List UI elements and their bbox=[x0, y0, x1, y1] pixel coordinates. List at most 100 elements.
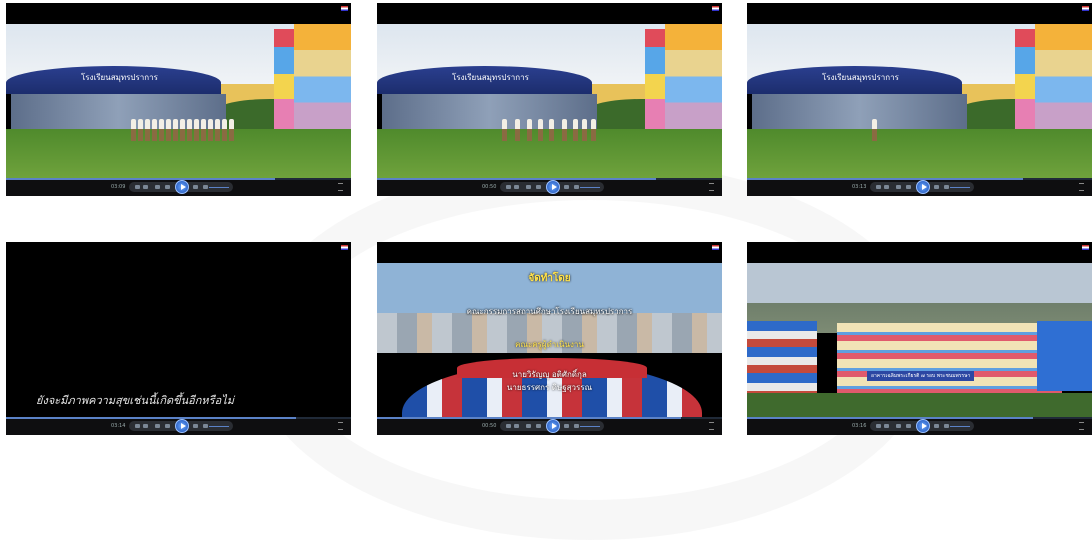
shuffle-icon[interactable] bbox=[135, 424, 140, 428]
previous-icon[interactable] bbox=[536, 185, 541, 189]
previous-icon[interactable] bbox=[906, 424, 911, 428]
field bbox=[747, 129, 1092, 178]
volume-icon[interactable] bbox=[944, 424, 949, 428]
building-sign: อาคารเฉลิมพระเกียรติ ๗ รอบ พระชนมพรรษา bbox=[867, 371, 975, 381]
next-icon[interactable] bbox=[193, 185, 198, 189]
colorful-building bbox=[274, 29, 294, 129]
language-flag-icon[interactable] bbox=[341, 245, 348, 250]
student-figure bbox=[145, 119, 150, 141]
menu-icon[interactable] bbox=[338, 183, 343, 191]
student-figure bbox=[573, 119, 578, 141]
trees bbox=[747, 393, 1092, 417]
video-player[interactable]: อาคารเฉลิมพระเกียรติ ๗ รอบ พระชนมพรรษา 03… bbox=[747, 242, 1092, 435]
student-figure bbox=[138, 119, 143, 141]
next-icon[interactable] bbox=[934, 424, 939, 428]
transport-controls bbox=[129, 419, 233, 433]
shuffle-icon[interactable] bbox=[135, 185, 140, 189]
credit-line2: คณะครูผู้ดำเนินงาน bbox=[515, 340, 584, 349]
video-frame[interactable]: โรงเรียนสมุทรปราการ bbox=[747, 24, 1092, 178]
video-player[interactable]: โรงเรียนสมุทรปราการ 03:09 bbox=[6, 3, 351, 196]
title-bar bbox=[6, 3, 351, 24]
title-bar bbox=[6, 242, 351, 263]
student-figure bbox=[229, 119, 234, 141]
student-figure bbox=[515, 119, 520, 141]
video-frame[interactable]: ยังจะมีภาพความสุขเช่นนี้เกิดขึ้นอีกหรือไ… bbox=[6, 263, 351, 417]
language-flag-icon[interactable] bbox=[1082, 6, 1089, 11]
video-frame[interactable]: จัดทำโดย คณะกรรมการสถานศึกษาโรงเรียนสมุทร… bbox=[377, 263, 722, 417]
colorful-building bbox=[645, 29, 665, 129]
play-icon[interactable] bbox=[546, 180, 560, 194]
volume-slider[interactable] bbox=[950, 187, 970, 188]
menu-icon[interactable] bbox=[709, 183, 714, 191]
volume-icon[interactable] bbox=[944, 185, 949, 189]
repeat-icon[interactable] bbox=[884, 185, 889, 189]
colorful-building bbox=[1035, 24, 1092, 129]
shuffle-icon[interactable] bbox=[506, 185, 511, 189]
repeat-icon[interactable] bbox=[143, 424, 148, 428]
next-icon[interactable] bbox=[934, 185, 939, 189]
video-frame[interactable]: โรงเรียนสมุทรปราการ bbox=[377, 24, 722, 178]
next-icon[interactable] bbox=[193, 424, 198, 428]
stop-icon[interactable] bbox=[526, 424, 531, 428]
play-icon[interactable] bbox=[175, 419, 189, 433]
next-icon[interactable] bbox=[564, 185, 569, 189]
stop-icon[interactable] bbox=[896, 185, 901, 189]
menu-icon[interactable] bbox=[338, 422, 343, 430]
blue-building bbox=[1037, 321, 1092, 391]
video-player[interactable]: จัดทำโดย คณะกรรมการสถานศึกษาโรงเรียนสมุทร… bbox=[377, 242, 722, 435]
volume-slider[interactable] bbox=[580, 426, 600, 427]
volume-slider[interactable] bbox=[209, 187, 229, 188]
control-bar: 03:14 bbox=[6, 417, 351, 435]
volume-icon[interactable] bbox=[203, 185, 208, 189]
menu-icon[interactable] bbox=[1079, 183, 1084, 191]
repeat-icon[interactable] bbox=[884, 424, 889, 428]
volume-slider[interactable] bbox=[950, 426, 970, 427]
menu-icon[interactable] bbox=[1079, 422, 1084, 430]
repeat-icon[interactable] bbox=[143, 185, 148, 189]
control-bar: 03:09 bbox=[6, 178, 351, 196]
shuffle-icon[interactable] bbox=[876, 185, 881, 189]
video-frame[interactable]: อาคารเฉลิมพระเกียรติ ๗ รอบ พระชนมพรรษา bbox=[747, 263, 1092, 417]
menu-icon[interactable] bbox=[709, 422, 714, 430]
previous-icon[interactable] bbox=[165, 185, 170, 189]
transport-controls bbox=[129, 180, 233, 194]
volume-icon[interactable] bbox=[574, 185, 579, 189]
shuffle-icon[interactable] bbox=[506, 424, 511, 428]
previous-icon[interactable] bbox=[906, 185, 911, 189]
play-icon[interactable] bbox=[546, 419, 560, 433]
language-flag-icon[interactable] bbox=[341, 6, 348, 11]
volume-icon[interactable] bbox=[203, 424, 208, 428]
transport-controls bbox=[500, 180, 604, 194]
previous-icon[interactable] bbox=[165, 424, 170, 428]
student-figure bbox=[152, 119, 157, 141]
language-flag-icon[interactable] bbox=[712, 6, 719, 11]
video-frame[interactable]: โรงเรียนสมุทรปราการ bbox=[6, 24, 351, 178]
play-icon[interactable] bbox=[916, 180, 930, 194]
student-figure bbox=[201, 119, 206, 141]
volume-slider[interactable] bbox=[580, 187, 600, 188]
play-icon[interactable] bbox=[175, 180, 189, 194]
student-figure bbox=[194, 119, 199, 141]
volume-slider[interactable] bbox=[209, 426, 229, 427]
stop-icon[interactable] bbox=[896, 424, 901, 428]
volume-icon[interactable] bbox=[574, 424, 579, 428]
repeat-icon[interactable] bbox=[514, 185, 519, 189]
next-icon[interactable] bbox=[564, 424, 569, 428]
play-icon[interactable] bbox=[916, 419, 930, 433]
previous-icon[interactable] bbox=[536, 424, 541, 428]
language-flag-icon[interactable] bbox=[1082, 245, 1089, 250]
transport-controls bbox=[870, 419, 974, 433]
seek-progress bbox=[747, 178, 1023, 180]
video-player[interactable]: โรงเรียนสมุทรปราการ 00:50 bbox=[377, 3, 722, 196]
language-flag-icon[interactable] bbox=[712, 245, 719, 250]
control-bar: 00:50 bbox=[377, 417, 722, 435]
stop-icon[interactable] bbox=[526, 185, 531, 189]
student-figure bbox=[173, 119, 178, 141]
video-player[interactable]: โรงเรียนสมุทรปราการ 03:13 bbox=[747, 3, 1092, 196]
repeat-icon[interactable] bbox=[514, 424, 519, 428]
stop-icon[interactable] bbox=[155, 424, 160, 428]
stop-icon[interactable] bbox=[155, 185, 160, 189]
student-figure bbox=[215, 119, 220, 141]
video-player[interactable]: ยังจะมีภาพความสุขเช่นนี้เกิดขึ้นอีกหรือไ… bbox=[6, 242, 351, 435]
shuffle-icon[interactable] bbox=[876, 424, 881, 428]
